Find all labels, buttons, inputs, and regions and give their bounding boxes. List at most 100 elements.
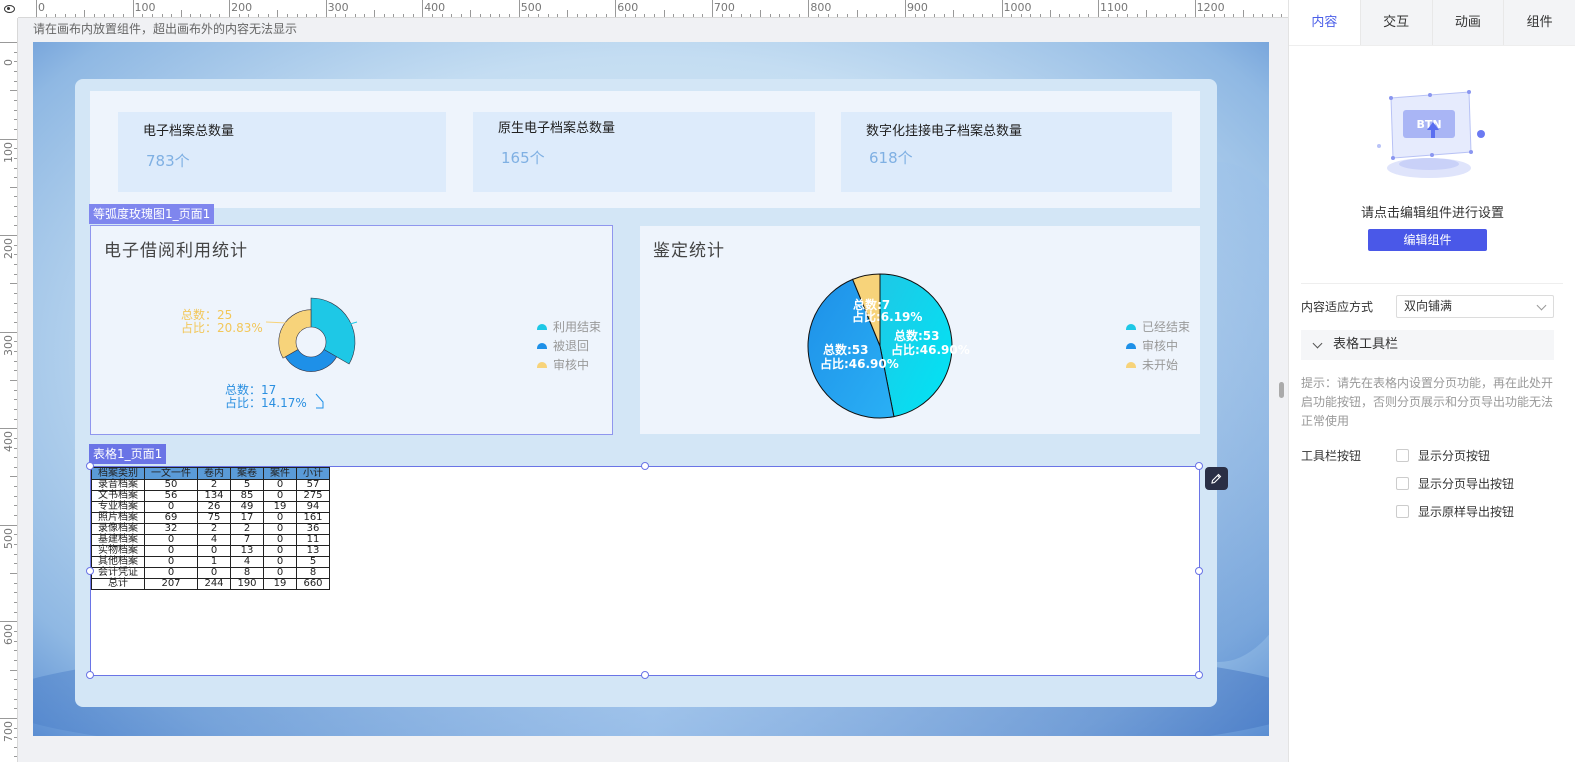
rose-segment[interactable] bbox=[284, 349, 338, 372]
ruler-tick bbox=[14, 167, 17, 169]
ruler-tick bbox=[576, 14, 578, 17]
table-toolbar-section-header[interactable]: 表格工具栏 bbox=[1301, 330, 1554, 360]
stat-card[interactable]: 原生电子档案总数量 165个 bbox=[473, 112, 815, 192]
rose-segment[interactable] bbox=[310, 297, 356, 365]
ruler-tick bbox=[663, 10, 665, 17]
ruler-tick bbox=[605, 14, 607, 17]
table-cell: 11 bbox=[296, 534, 330, 546]
legend-item[interactable]: 已经结束 bbox=[1126, 317, 1190, 336]
table-cell: 26 bbox=[197, 501, 231, 513]
option-show-page-export[interactable]: 显示分页导出按钮 bbox=[1396, 475, 1514, 492]
resize-handle[interactable] bbox=[641, 671, 649, 679]
ruler-tick bbox=[509, 14, 511, 17]
ruler-label: 400 bbox=[2, 431, 15, 453]
pie-chart-card[interactable]: 鉴定统计 总数:7 占比:6.19% 总数:53 占比:46.90% 总数:53… bbox=[640, 226, 1200, 434]
option-show-original-export[interactable]: 显示原样导出按钮 bbox=[1396, 503, 1514, 520]
canvas-hint: 请在画布内放置组件，超出画布外的内容无法显示 bbox=[33, 22, 298, 36]
pie-label: 占比:46.90% bbox=[820, 356, 899, 371]
stat-card[interactable]: 数字化挂接电子档案总数量 618个 bbox=[841, 112, 1172, 192]
component-tag[interactable]: 表格1_页面1 bbox=[89, 444, 167, 464]
ruler-tick bbox=[692, 14, 694, 17]
tab-content[interactable]: 内容 bbox=[1289, 0, 1360, 45]
ruler-tick bbox=[14, 99, 17, 101]
ruler-tick bbox=[1069, 14, 1071, 17]
resize-handle[interactable] bbox=[1195, 462, 1203, 470]
checkbox[interactable] bbox=[1396, 505, 1409, 518]
ruler-tick bbox=[84, 10, 86, 17]
legend-label: 未开始 bbox=[1142, 358, 1179, 372]
legend-item[interactable]: 审核中 bbox=[1126, 336, 1190, 355]
table-cell: 13 bbox=[230, 545, 264, 557]
tab-animation[interactable]: 动画 bbox=[1431, 0, 1504, 45]
ruler-tick bbox=[866, 14, 868, 17]
ruler-tick bbox=[586, 14, 588, 17]
rose-segment[interactable] bbox=[278, 309, 312, 359]
table-cell: 1 bbox=[197, 556, 231, 568]
ruler-tick bbox=[557, 14, 559, 17]
table-header-cell: 一文一件 bbox=[144, 467, 198, 480]
resize-handle[interactable] bbox=[641, 462, 649, 470]
ruler-tick bbox=[306, 14, 308, 17]
ruler-tick bbox=[229, 0, 231, 17]
horizontal-ruler[interactable]: 0 100 200 300 400 500 600 700 800 900 1000 1100 1200 bbox=[0, 0, 1288, 18]
legend-item[interactable]: 被退回 bbox=[537, 336, 601, 355]
ruler-tick bbox=[431, 14, 433, 17]
legend-label: 审核中 bbox=[553, 358, 590, 372]
stat-card[interactable]: 电子档案总数量 783个 bbox=[118, 112, 446, 192]
ruler-tick bbox=[14, 360, 17, 362]
ruler-tick bbox=[1078, 14, 1080, 17]
resize-handle[interactable] bbox=[86, 671, 94, 679]
vertical-ruler[interactable]: 0 100 200 300 400 500 600 700 bbox=[0, 18, 18, 762]
resize-handle[interactable] bbox=[86, 567, 94, 575]
table-cell: 50 bbox=[144, 479, 198, 491]
rose-chart-card[interactable]: 电子借阅利用统计 总数：25 占比：20.83% 总数：17 占比：14.17%… bbox=[90, 225, 613, 435]
ruler-tick bbox=[315, 14, 317, 17]
option-label: 显示原样导出按钮 bbox=[1418, 505, 1515, 519]
table-cell: 69 bbox=[144, 512, 198, 524]
canvas-scrollbar[interactable] bbox=[1279, 382, 1284, 398]
ruler-tick bbox=[14, 293, 17, 295]
resize-handle[interactable] bbox=[86, 462, 94, 470]
tab-component[interactable]: 组件 bbox=[1503, 0, 1575, 45]
table-cell: 134 bbox=[197, 490, 231, 502]
legend-item[interactable]: 利用结束 bbox=[537, 317, 601, 336]
ruler-tick bbox=[914, 14, 916, 17]
rose-label: 总数：25 bbox=[181, 307, 232, 322]
ruler-tick bbox=[1040, 14, 1042, 17]
ruler-label: 100 bbox=[134, 1, 156, 14]
tab-interaction[interactable]: 交互 bbox=[1359, 0, 1432, 45]
checkbox[interactable] bbox=[1396, 449, 1409, 462]
stats-row[interactable]: 电子档案总数量 783个 原生电子档案总数量 165个 数字化挂接电子档案总数量… bbox=[90, 91, 1200, 208]
checkbox[interactable] bbox=[1396, 477, 1409, 490]
ruler-tick bbox=[142, 14, 144, 17]
design-canvas[interactable]: 电子档案总数量 783个 原生电子档案总数量 165个 数字化挂接电子档案总数量… bbox=[33, 42, 1269, 736]
ruler-tick bbox=[837, 14, 839, 17]
edit-component-primary-button[interactable]: 编辑组件 bbox=[1368, 229, 1487, 251]
table-cell: 190 bbox=[230, 578, 264, 590]
table-cell: 0 bbox=[197, 545, 231, 557]
ruler-tick bbox=[200, 14, 202, 17]
visibility-toggle[interactable] bbox=[0, 0, 18, 18]
ruler-tick bbox=[14, 399, 17, 401]
resize-handle[interactable] bbox=[1195, 567, 1203, 575]
eye-icon bbox=[3, 5, 15, 13]
option-show-pagination[interactable]: 显示分页按钮 bbox=[1396, 447, 1490, 464]
ruler-tick bbox=[14, 196, 17, 198]
fit-mode-select[interactable]: 双向铺满 bbox=[1396, 295, 1554, 318]
table-cell: 0 bbox=[263, 567, 297, 579]
ruler-tick bbox=[721, 14, 723, 17]
ruler-tick bbox=[480, 14, 482, 17]
resize-handle[interactable] bbox=[1195, 671, 1203, 679]
table-cell: 0 bbox=[263, 512, 297, 524]
edit-component-button[interactable] bbox=[1205, 467, 1228, 490]
ruler-tick bbox=[248, 14, 250, 17]
legend-item[interactable]: 未开始 bbox=[1126, 355, 1190, 374]
ruler-label: 300 bbox=[2, 334, 15, 356]
ruler-tick bbox=[74, 14, 76, 17]
table-component[interactable]: 档案类别 一文一件 卷内 案卷 案件 小计 录音档案 50 2 5 0 57 文书档案 56 134 85 0… bbox=[86, 462, 1203, 679]
legend-item[interactable]: 审核中 bbox=[537, 355, 601, 374]
table-cell: 19 bbox=[263, 578, 297, 590]
ruler-label: 1100 bbox=[1100, 1, 1129, 14]
component-tag[interactable]: 等弧度玫瑰图1_页面1 bbox=[89, 204, 215, 224]
table-cell: 0 bbox=[263, 490, 297, 502]
